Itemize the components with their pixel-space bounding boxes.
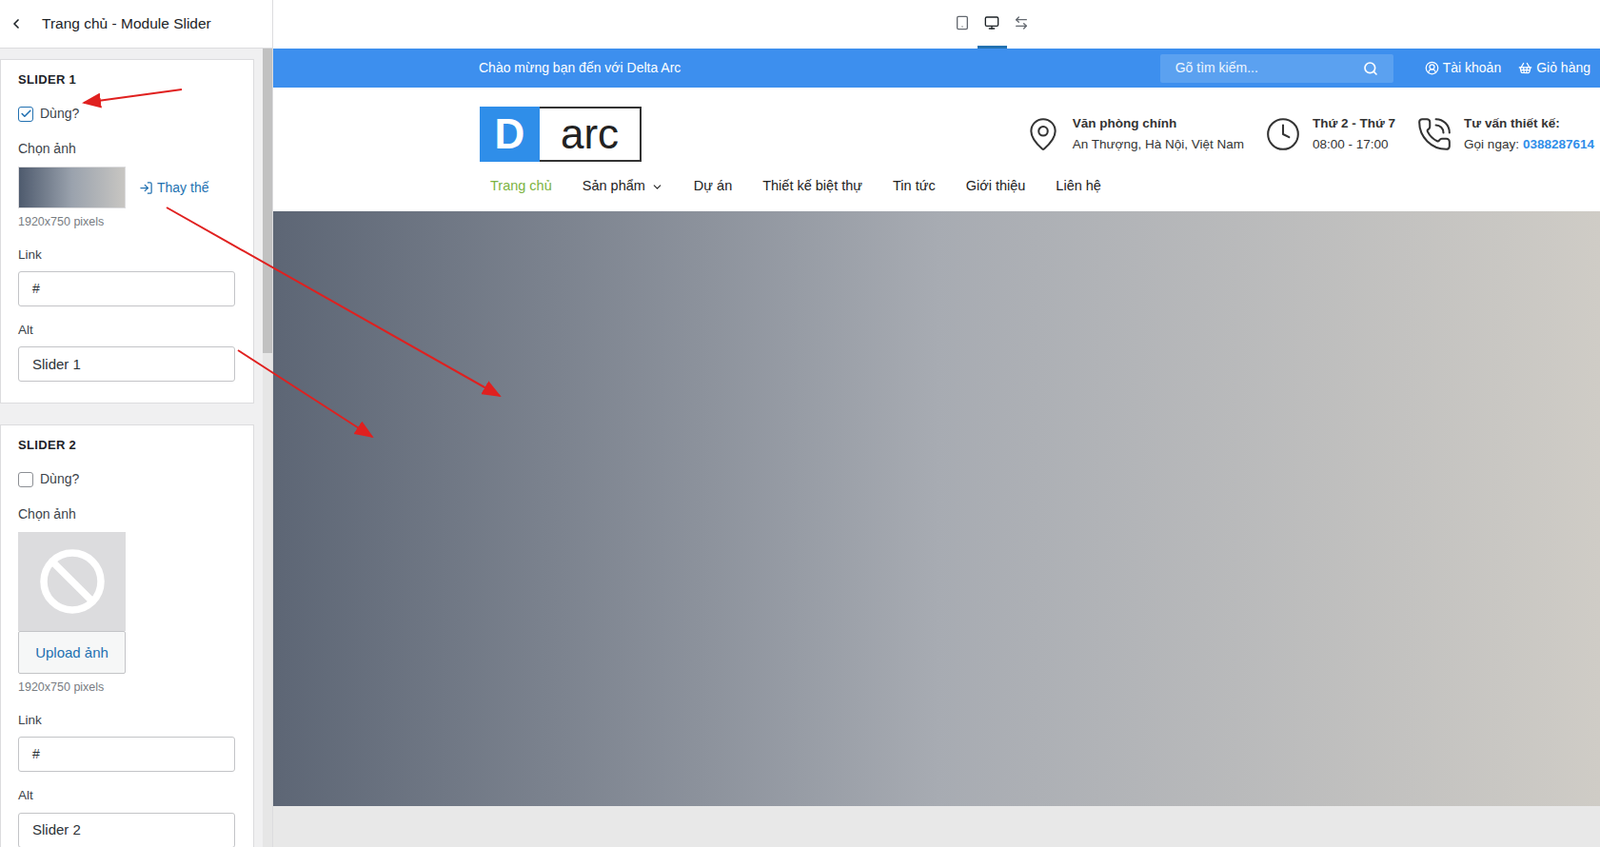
device-button[interactable] (977, 0, 1008, 49)
nav-item[interactable]: Trang chủ (490, 176, 553, 198)
cart-link[interactable]: Giỏ hàng (1518, 58, 1591, 79)
panel-header: Trang chủ - Module Slider (0, 0, 273, 49)
use-checkbox[interactable] (18, 472, 34, 488)
alt-input[interactable]: Slider 2 (18, 812, 236, 847)
image-label: Chọn ảnh (18, 504, 237, 525)
image-label: Chọn ảnh (18, 138, 237, 159)
basket-icon (1518, 60, 1533, 76)
user-icon (1424, 60, 1440, 76)
slider-heading: SLIDER 2 (18, 436, 237, 455)
nav-item[interactable]: Dự án (693, 176, 732, 198)
desktop-icon (984, 15, 1000, 31)
nav-item[interactable]: Liên hệ (1055, 176, 1102, 198)
nav-item[interactable]: Tin tức (892, 176, 936, 198)
slider-heading: SLIDER 1 (18, 71, 237, 89)
logo[interactable]: Darc (479, 106, 642, 162)
info-item: Thứ 2 - Thứ 708:00 - 17:00 (1264, 113, 1396, 156)
link-label: Link (18, 245, 237, 265)
upload-button[interactable]: Upload ảnh (18, 631, 126, 674)
back-button[interactable] (0, 0, 33, 48)
search-box[interactable]: Gõ tìm kiếm... (1160, 54, 1394, 83)
panel-title: Trang chủ - Module Slider (41, 12, 212, 35)
check-icon (19, 107, 33, 120)
nav-item[interactable]: Thiết kế biệt thự (762, 176, 863, 198)
annotation-arrows (0, 0, 1600, 847)
main-nav: Trang chủ Sản phẩm Dự án Thiết kế biệt thự T… (479, 161, 1595, 212)
customizer-panel: Trang chủ - Module Slider SLIDER 1 Dùng? Ch… (0, 0, 274, 847)
image-placeholder (18, 532, 126, 632)
chevron-down-icon (651, 180, 664, 194)
scrollbar-thumb[interactable] (262, 48, 273, 354)
use-checkbox[interactable] (18, 106, 34, 122)
search-icon (1362, 60, 1379, 77)
alt-label: Alt (18, 786, 237, 806)
hours-icon (1264, 116, 1302, 153)
back-icon (8, 16, 24, 32)
device-toolbar (273, 0, 1600, 49)
device-button[interactable] (1007, 0, 1037, 49)
alt-input[interactable]: Slider 1 (18, 346, 236, 382)
site-topbar: Chào mừng bạn đến với Delta Arc Gõ tìm ki… (273, 48, 1600, 88)
link-input[interactable]: # (18, 736, 236, 772)
link-input[interactable]: # (18, 271, 236, 307)
use-label: Dùng? (39, 103, 80, 124)
customizer: Trang chủ - Module Slider SLIDER 1 Dùng? Ch… (0, 0, 1600, 847)
scrollbar[interactable] (262, 48, 273, 847)
use-checkbox-row[interactable]: Dùng? (18, 103, 237, 124)
use-checkbox-row[interactable]: Dùng? (18, 469, 237, 490)
image-size: 1920x750 pixels (18, 678, 237, 697)
account-link[interactable]: Tài khoản (1424, 58, 1502, 79)
tablet-icon (954, 15, 970, 31)
slider-card: SLIDER 1 Dùng? Chọn ảnh Thay thế 1920x750 pi… (0, 59, 255, 404)
nav-item[interactable]: Sản phẩm (582, 176, 664, 198)
site: Chào mừng bạn đến với Delta Arc Gõ tìm ki… (273, 48, 1600, 847)
link-label: Link (18, 711, 237, 731)
device-button[interactable] (948, 0, 978, 49)
info-item: Văn phòng chínhAn Thượng, Hà Nội, Việt N… (1025, 113, 1245, 156)
phone-icon (1416, 116, 1453, 153)
replace-icon (138, 180, 154, 196)
hero-slider[interactable] (273, 211, 1600, 807)
search-placeholder: Gõ tìm kiếm... (1175, 58, 1363, 79)
no-image-icon (38, 547, 107, 616)
slider-list: SLIDER 1 Dùng? Chọn ảnh Thay thế 1920x750 pi… (0, 48, 263, 847)
location-icon (1025, 116, 1062, 153)
image-thumbnail[interactable] (18, 166, 126, 209)
welcome-text: Chào mừng bạn đến với Delta Arc (478, 58, 681, 79)
alt-label: Alt (18, 320, 237, 340)
use-label: Dùng? (39, 469, 80, 490)
info-item: Tư vấn thiết kế:Gọi ngay:0388287614 (1416, 113, 1595, 156)
nav-item[interactable]: Giới thiệu (966, 176, 1027, 198)
image-size: 1920x750 pixels (18, 213, 237, 232)
replace-button[interactable]: Thay thế (138, 177, 209, 198)
slider-card: SLIDER 2 Dùng? Chọn ảnh Upload ảnh 1920x750 … (0, 424, 255, 847)
site-header: Darc Văn phòng chínhAn Thượng, Hà Nội, Vi… (273, 87, 1600, 212)
fullwidth-icon (1013, 15, 1029, 31)
preview: Chào mừng bạn đến với Delta Arc Gõ tìm ki… (273, 0, 1600, 847)
